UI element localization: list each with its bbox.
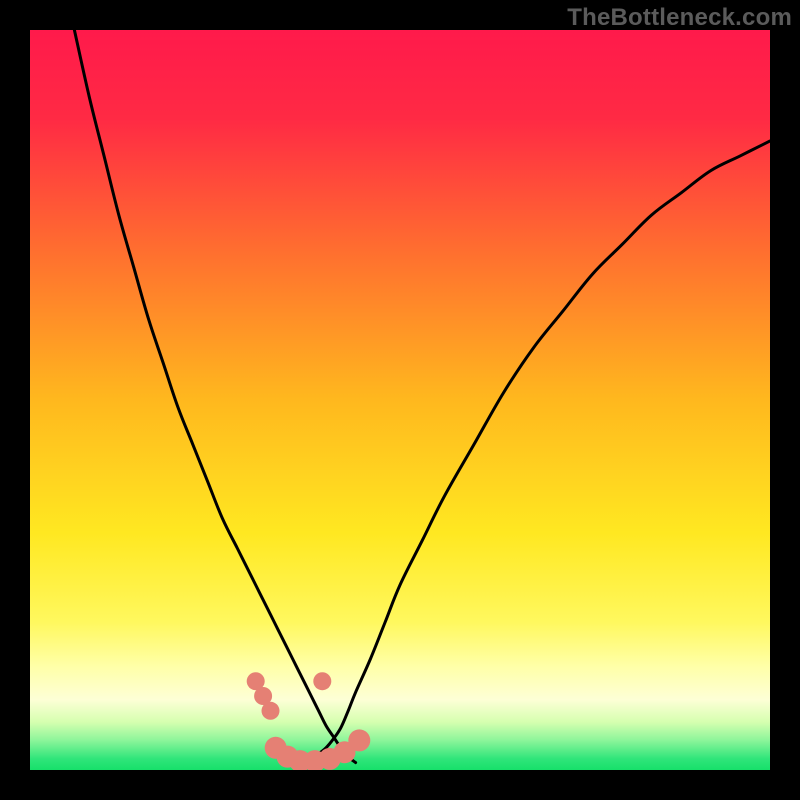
chart-plot-area — [30, 30, 770, 770]
marker-dot — [313, 672, 331, 690]
gradient-background — [30, 30, 770, 770]
chart-frame: TheBottleneck.com — [0, 0, 800, 800]
watermark-text: TheBottleneck.com — [567, 4, 792, 32]
marker-dot — [262, 702, 280, 720]
chart-svg — [30, 30, 770, 770]
marker-dot — [348, 729, 370, 751]
